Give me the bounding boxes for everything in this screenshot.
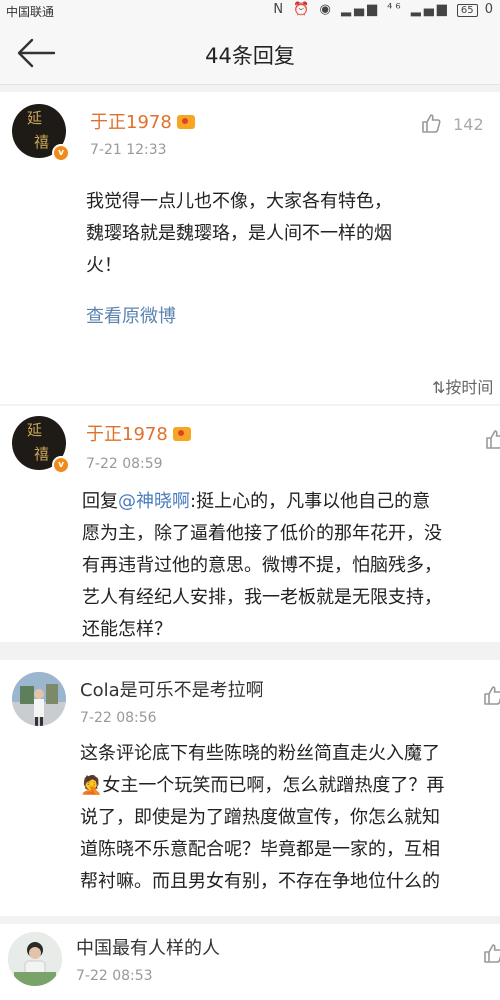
thumbs-up-icon bbox=[484, 686, 500, 705]
like-button[interactable] bbox=[482, 684, 500, 706]
sort-icon: ⇅ bbox=[432, 378, 446, 397]
text-line: 魏璎珞就是魏璎珞，是人间不一样的烟 bbox=[86, 223, 392, 244]
like-button[interactable] bbox=[484, 428, 500, 450]
comment-text: 这条评论底下有些陈晓的粉丝简直走火入魔了 🤦女主一个玩笑而已啊，怎么就蹭热度了？… bbox=[80, 738, 444, 898]
person-photo-icon bbox=[8, 932, 62, 986]
sort-label: 按时间 bbox=[445, 378, 494, 397]
main-comment-card: 延 禧 v 于正1978 7-21 12:33 142 我觉得一点儿也不像，大家… bbox=[0, 92, 500, 404]
text-fragment: :挺上心的，凡事以他自己的意 bbox=[190, 491, 431, 512]
timestamp: 7-21 12:33 bbox=[90, 142, 167, 158]
text-line: 这条评论底下有些陈晓的粉丝简直走火入魔了 bbox=[80, 743, 440, 764]
text-line: 我觉得一点儿也不像，大家各有特色， bbox=[86, 191, 392, 212]
avatar-calligraphy-icon: 延 bbox=[27, 109, 43, 127]
text-line: 道陈晓不乐意配合呢？毕竟都是一家的，互相 bbox=[80, 839, 440, 860]
thumbs-up-icon bbox=[422, 114, 441, 133]
nav-bar: 44条回复 bbox=[0, 22, 500, 85]
carrier-label: 中国联通 bbox=[6, 5, 55, 19]
timestamp: 7-22 08:53 bbox=[76, 968, 153, 984]
verified-badge-icon: v bbox=[52, 144, 70, 162]
timestamp: 7-22 08:59 bbox=[86, 456, 163, 472]
avatar[interactable] bbox=[12, 672, 66, 726]
reply-prefix: 回复 bbox=[82, 491, 118, 512]
page-title: 44条回复 bbox=[205, 44, 295, 68]
verified-badge-icon: v bbox=[52, 456, 70, 474]
text-line: 帮衬嘛。而且男女有别，不存在争地位什么的 bbox=[80, 871, 440, 892]
reply-card: Cola是可乐不是考拉啊 7-22 08:56 这条评论底下有些陈晓的粉丝简直走… bbox=[0, 660, 500, 916]
status-icons: N ⏰ ◉ ▂▄▆ ⁴⁶ ▂▄▆ 65 0 bbox=[273, 2, 496, 17]
text-line: 说了，即使是为了蹭热度做宣传，你怎么就知 bbox=[80, 807, 440, 828]
comment-text: 我觉得一点儿也不像，大家各有特色， 魏璎珞就是魏璎珞，是人间不一样的烟 火！ bbox=[86, 186, 392, 282]
comment-text: 回复@神晓啊:挺上心的，凡事以他自己的意 愿为主，除了逼着他接了低价的那年花开，… bbox=[82, 486, 442, 646]
username[interactable]: Cola是可乐不是考拉啊 bbox=[80, 676, 264, 702]
text-line: 艺人有经纪人安排，我一老板就是无限支持， bbox=[82, 587, 442, 608]
text-line: 🤦女主一个玩笑而已啊，怎么就蹭热度了？再 bbox=[80, 775, 445, 796]
timestamp: 7-22 08:56 bbox=[80, 710, 157, 726]
clock-fragment: 0 bbox=[484, 2, 496, 17]
like-button[interactable]: 142 bbox=[420, 112, 484, 134]
username[interactable]: 于正1978 bbox=[86, 420, 191, 446]
text-line: 火！ bbox=[86, 255, 122, 276]
crown-icon bbox=[172, 427, 191, 441]
text-line: 还能怎样？ bbox=[82, 619, 172, 640]
text-line: 回复@神晓啊:挺上心的，凡事以他自己的意 bbox=[82, 486, 442, 518]
battery-icon: 65 bbox=[456, 4, 478, 17]
text-line: 有再违背过他的意思。微博不提，怕脑残多， bbox=[82, 555, 442, 576]
thumbs-up-icon bbox=[484, 944, 500, 963]
reply-card: 延 禧 v 于正1978 7-22 08:59 回复@神晓啊:挺上心的，凡事以他… bbox=[0, 406, 500, 642]
sort-button[interactable]: ⇅按时间 bbox=[432, 374, 493, 398]
signal-icons: N ⏰ ◉ ▂▄▆ ⁴⁶ ▂▄▆ bbox=[273, 2, 450, 17]
crown-icon bbox=[176, 115, 195, 129]
reply-card: 中国最有人样的人 7-22 08:53 bbox=[0, 924, 500, 1000]
like-button[interactable] bbox=[482, 942, 500, 964]
avatar-calligraphy-icon: 禧 bbox=[34, 133, 50, 151]
view-original-link[interactable]: 查看原微博 bbox=[86, 302, 176, 328]
avatar-calligraphy-icon: 延 bbox=[27, 421, 43, 439]
person-photo-icon bbox=[12, 672, 66, 726]
text-line: 愿为主，除了逼着他接了低价的那年花开，没 bbox=[82, 523, 442, 544]
username[interactable]: 于正1978 bbox=[90, 108, 195, 134]
like-count: 142 bbox=[453, 115, 484, 134]
username[interactable]: 中国最有人样的人 bbox=[76, 934, 220, 960]
status-bar: 中国联通 N ⏰ ◉ ▂▄▆ ⁴⁶ ▂▄▆ 65 0 bbox=[0, 0, 500, 22]
avatar[interactable] bbox=[8, 932, 62, 986]
mention-link[interactable]: @神晓啊 bbox=[118, 491, 190, 512]
thumbs-up-icon bbox=[486, 430, 500, 449]
avatar-calligraphy-icon: 禧 bbox=[34, 445, 50, 463]
